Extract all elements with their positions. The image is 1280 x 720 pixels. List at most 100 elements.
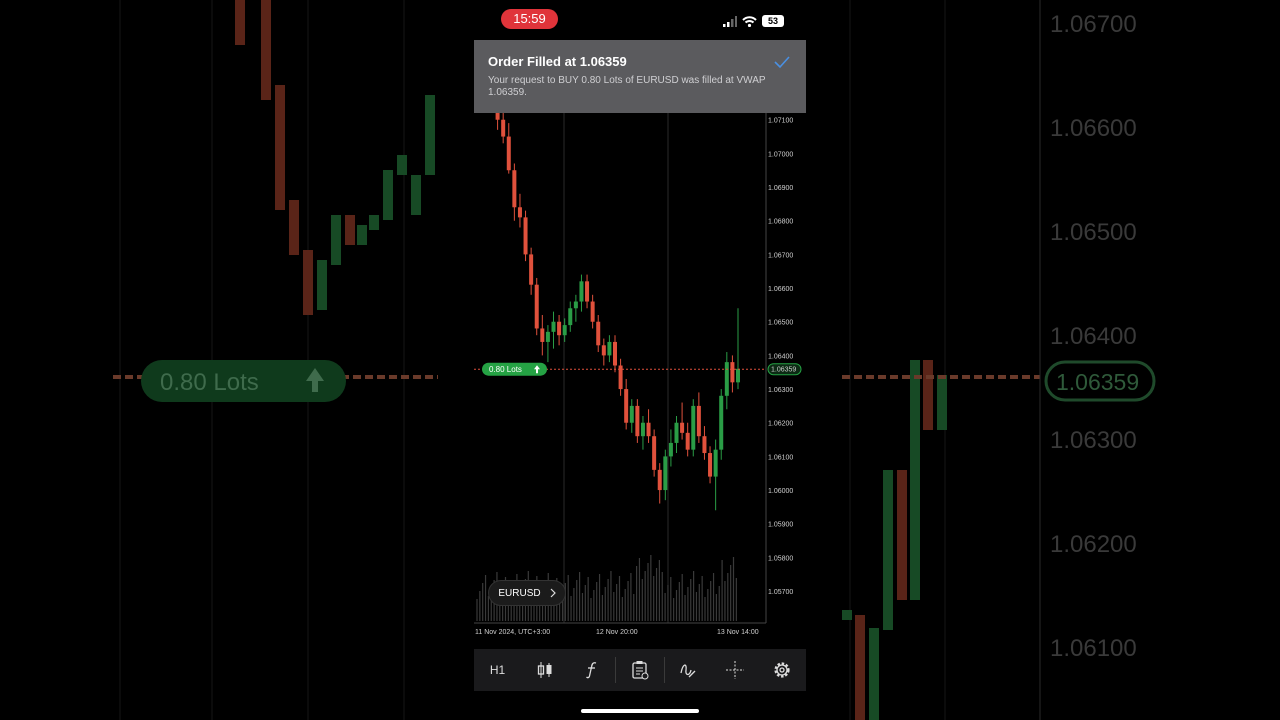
candle-body [657, 469, 662, 491]
bg-candle [937, 375, 947, 430]
candle-body [663, 456, 668, 491]
candle-body [585, 281, 590, 302]
candle-body [696, 405, 701, 437]
candle-body [691, 405, 696, 450]
chart-type-button[interactable] [521, 649, 568, 691]
home-indicator [581, 709, 699, 713]
status-bar: 15:59 53 [474, 0, 806, 40]
y-tick-label: 1.05900 [768, 522, 793, 529]
y-tick-label: 1.06000 [768, 488, 793, 495]
bg-candle [369, 215, 379, 230]
bg-candle [289, 200, 299, 255]
crosshair-button[interactable] [712, 649, 759, 691]
candle-body [736, 368, 740, 383]
candle-body [562, 325, 567, 336]
bg-candle [869, 628, 879, 720]
bg-candle [331, 215, 341, 265]
bg-candle [411, 175, 421, 215]
candlestick-icon [537, 662, 552, 678]
candle-body [635, 405, 640, 437]
candle-body [629, 405, 634, 423]
bg-candle [303, 250, 313, 315]
y-tick-label: 1.06300 [768, 387, 793, 394]
position-badge[interactable]: 0.80 Lots [482, 362, 547, 376]
candle-body [534, 284, 539, 329]
y-tick-label: 1.06600 [768, 286, 793, 293]
chart-toolbar: H1 [474, 649, 806, 691]
drawing-tools-button[interactable] [665, 649, 712, 691]
candle-body [646, 422, 651, 437]
y-tick-label: 1.05700 [768, 589, 793, 596]
candle-body [590, 301, 595, 322]
current-price-badge: 1.06359 [767, 363, 802, 376]
candle-body [730, 362, 735, 383]
order-filled-notification[interactable]: Order Filled at 1.06359 Your request to … [474, 40, 806, 113]
bg-price-tick: 1.06300 [1050, 427, 1137, 454]
symbol-selector-button[interactable]: EURUSD [488, 580, 566, 606]
battery-icon: 53 [762, 15, 784, 27]
y-tick-label: 1.06900 [768, 185, 793, 192]
bg-candle [235, 0, 245, 45]
checkmark-icon[interactable] [774, 55, 790, 69]
phone-screen: 15:59 53 Order Filled at 1.06359 Your re… [474, 0, 806, 720]
notification-title: Order Filled at 1.06359 [488, 54, 627, 69]
position-lots-label: 0.80 Lots [489, 365, 522, 374]
candle-body [557, 321, 562, 336]
settings-button[interactable] [759, 649, 806, 691]
bg-candle [397, 155, 407, 175]
y-tick-label: 1.06500 [768, 320, 793, 327]
bg-price-tick: 1.06600 [1050, 115, 1137, 142]
bg-candle [383, 170, 393, 220]
x-axis-label: 12 Nov 20:00 [596, 629, 638, 636]
candle-body [607, 341, 612, 356]
candle-body [685, 432, 690, 450]
candle-body [540, 328, 545, 342]
y-tick-label: 1.06100 [768, 454, 793, 461]
x-axis-label: 11 Nov 2024, UTC+3:00 [475, 629, 550, 636]
timeframe-button[interactable]: H1 [474, 649, 521, 691]
templates-button[interactable] [616, 649, 663, 691]
bg-price-label: 1.06359 [1056, 369, 1139, 395]
candle-body [579, 281, 584, 302]
bg-candle [317, 260, 327, 310]
crosshair-icon [726, 661, 745, 679]
candle-body [674, 422, 679, 443]
function-icon [585, 662, 597, 679]
bg-candle [883, 470, 893, 630]
bg-candle [425, 95, 435, 175]
bg-candle [357, 225, 367, 245]
wifi-icon [742, 15, 757, 27]
candle-body [624, 389, 629, 423]
bg-price-tick: 1.06500 [1050, 219, 1137, 246]
drawing-icon [680, 664, 696, 678]
candle-body [713, 449, 718, 477]
notification-message: Your request to BUY 0.80 Lots of EURUSD … [488, 75, 766, 98]
bg-price-tick: 1.06200 [1050, 531, 1137, 558]
candle-body [680, 422, 685, 433]
candle-body [523, 217, 528, 255]
bg-lots-label: 0.80 Lots [160, 369, 259, 396]
bg-candle [345, 215, 355, 245]
candle-body [601, 345, 606, 356]
candle-body [495, 113, 500, 120]
y-tick-label: 1.07000 [768, 151, 793, 158]
candle-body [719, 395, 724, 450]
candle-body [702, 436, 707, 454]
candle-body [596, 321, 601, 346]
y-tick-label: 1.06200 [768, 421, 793, 428]
bg-candle [842, 610, 852, 620]
y-tick-label: 1.05800 [768, 555, 793, 562]
bg-candle [910, 360, 920, 600]
bg-candle [855, 615, 865, 720]
candle-body [501, 119, 506, 137]
chevron-right-icon [550, 588, 556, 598]
price-chart[interactable]: 1.07100 1.07000 1.06900 1.06800 1.06700 1.066… [474, 113, 806, 643]
bg-candle [897, 470, 907, 600]
candle-body [652, 436, 657, 470]
symbol-label: EURUSD [498, 587, 541, 599]
gear-icon [774, 662, 791, 678]
indicators-button[interactable] [568, 649, 615, 691]
bg-candle [923, 360, 933, 430]
candle-body [640, 422, 645, 437]
bg-price-tick: 1.06400 [1050, 323, 1137, 350]
